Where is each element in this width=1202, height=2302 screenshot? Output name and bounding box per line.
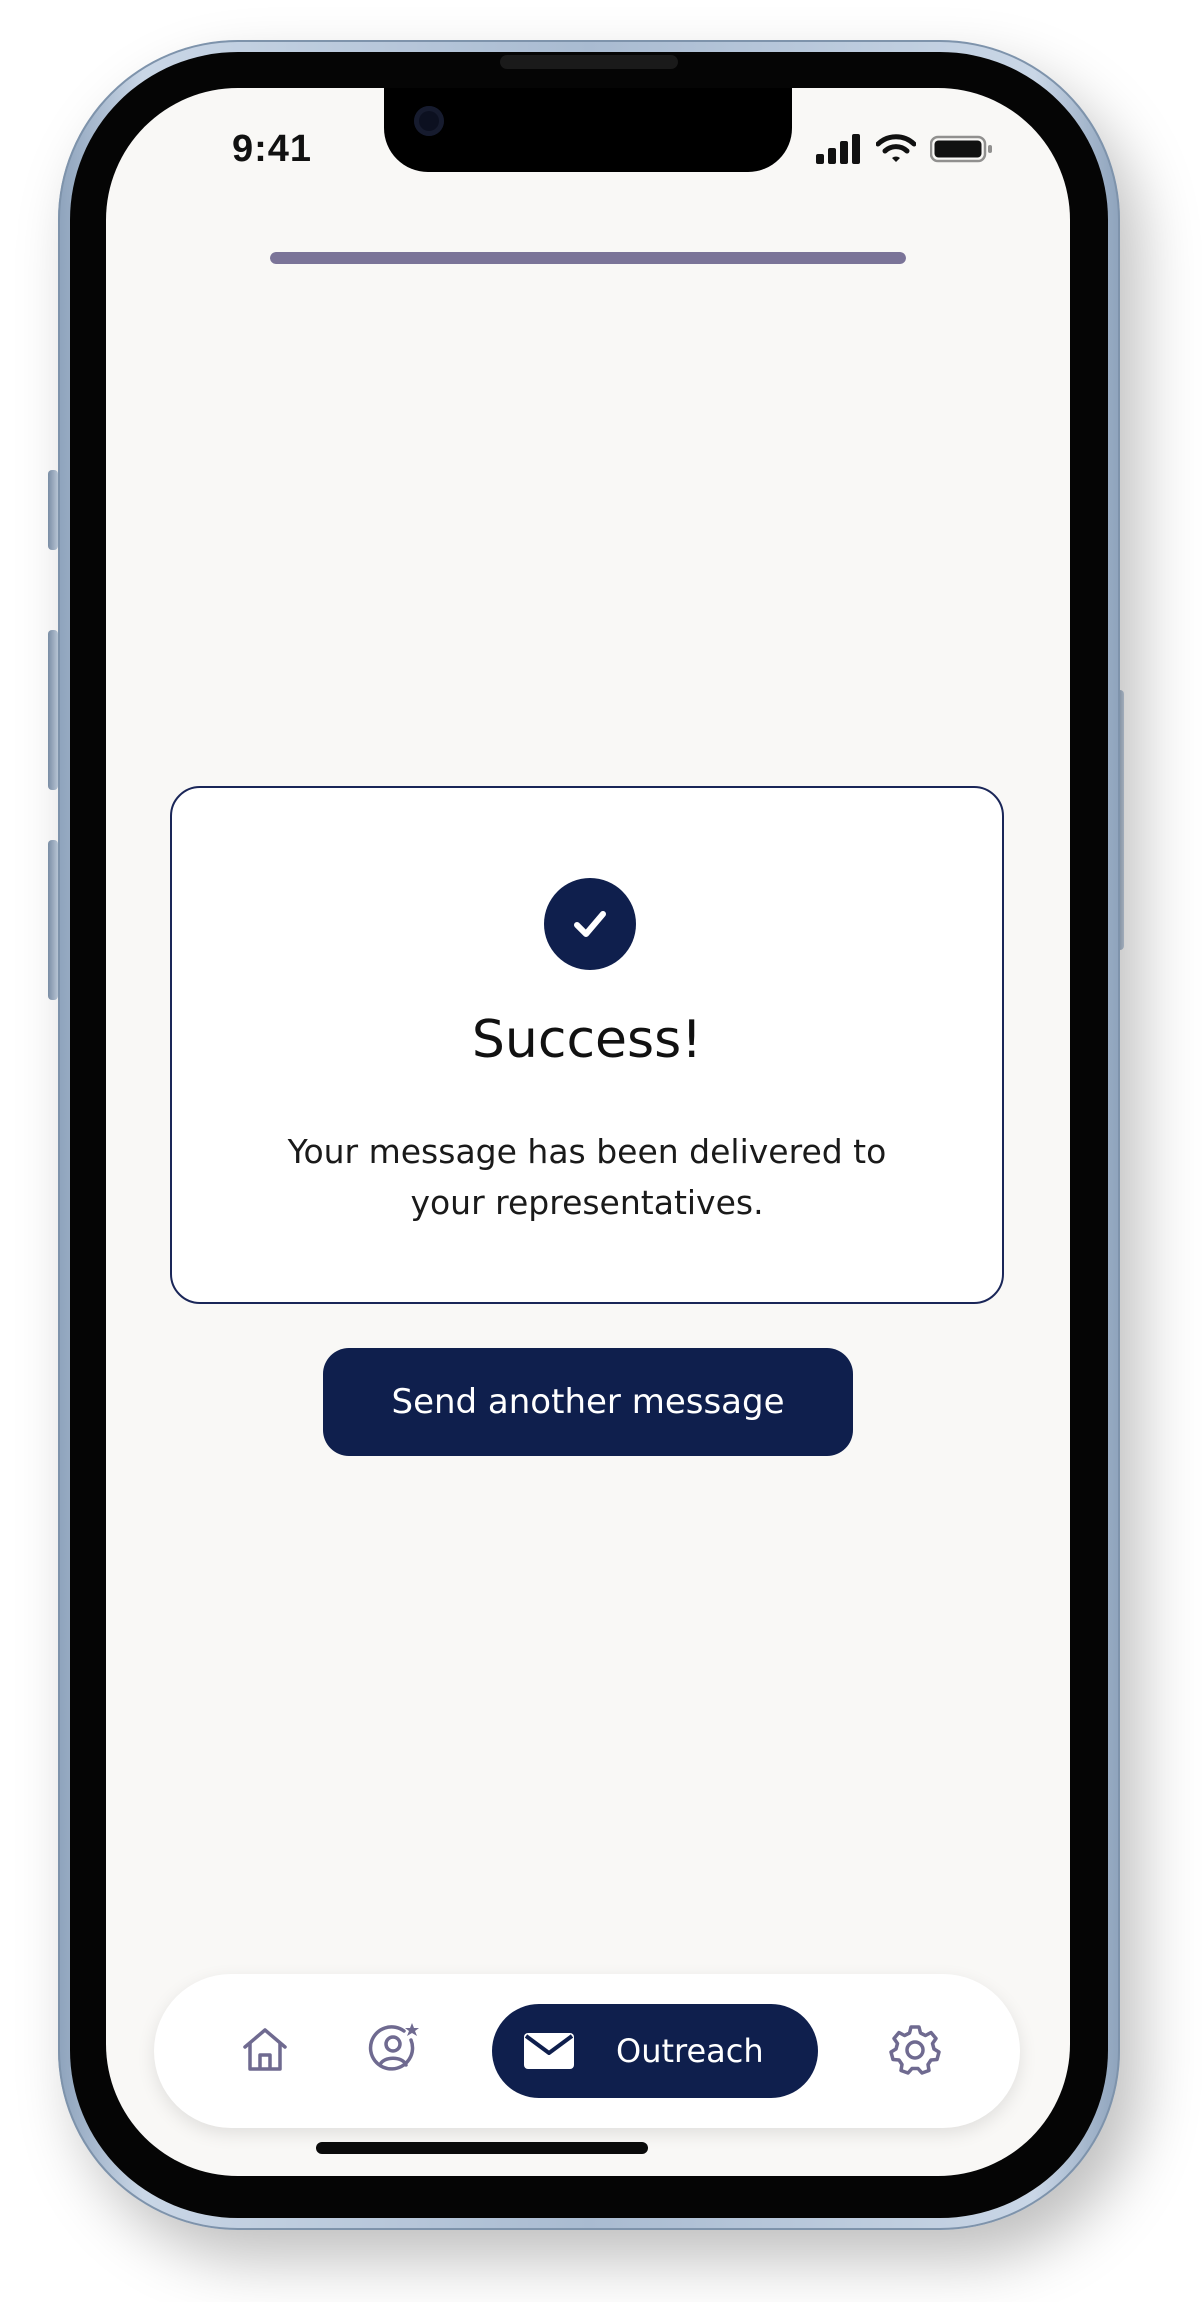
home-indicator	[316, 2142, 648, 2154]
success-card: Success! Your message has been delivered…	[170, 786, 1004, 1304]
home-icon	[237, 2021, 293, 2081]
user-star-icon	[366, 2020, 424, 2082]
tab-outreach-label: Outreach	[616, 2032, 764, 2070]
mute-switch	[48, 470, 58, 550]
wifi-icon	[875, 134, 917, 168]
tab-outreach[interactable]: Outreach	[492, 2004, 818, 2098]
volume-down-button	[48, 840, 58, 1000]
progress-bar	[270, 252, 906, 264]
phone-screen: 9:41 Success! Your message has been deli…	[106, 88, 1070, 2176]
status-icons	[816, 134, 994, 168]
front-camera	[414, 106, 444, 136]
earpiece-speaker	[500, 55, 678, 69]
tab-representatives[interactable]	[362, 2018, 428, 2084]
volume-up-button	[48, 630, 58, 790]
success-check-icon	[544, 878, 636, 970]
success-message: Your message has been delivered to your …	[287, 1132, 887, 1222]
tab-home[interactable]	[232, 2018, 298, 2084]
progress-fill	[270, 252, 906, 264]
mail-icon	[522, 2031, 576, 2071]
tab-settings[interactable]	[882, 2018, 948, 2084]
gear-icon	[887, 2021, 943, 2081]
status-time: 9:41	[232, 128, 313, 170]
battery-icon	[929, 134, 994, 168]
cellular-signal-icon	[816, 134, 862, 168]
send-another-message-button[interactable]: Send another message	[323, 1348, 853, 1456]
success-title: Success!	[471, 1010, 703, 1070]
notch	[384, 88, 792, 172]
bottom-tab-bar: Outreach	[154, 1974, 1020, 2128]
